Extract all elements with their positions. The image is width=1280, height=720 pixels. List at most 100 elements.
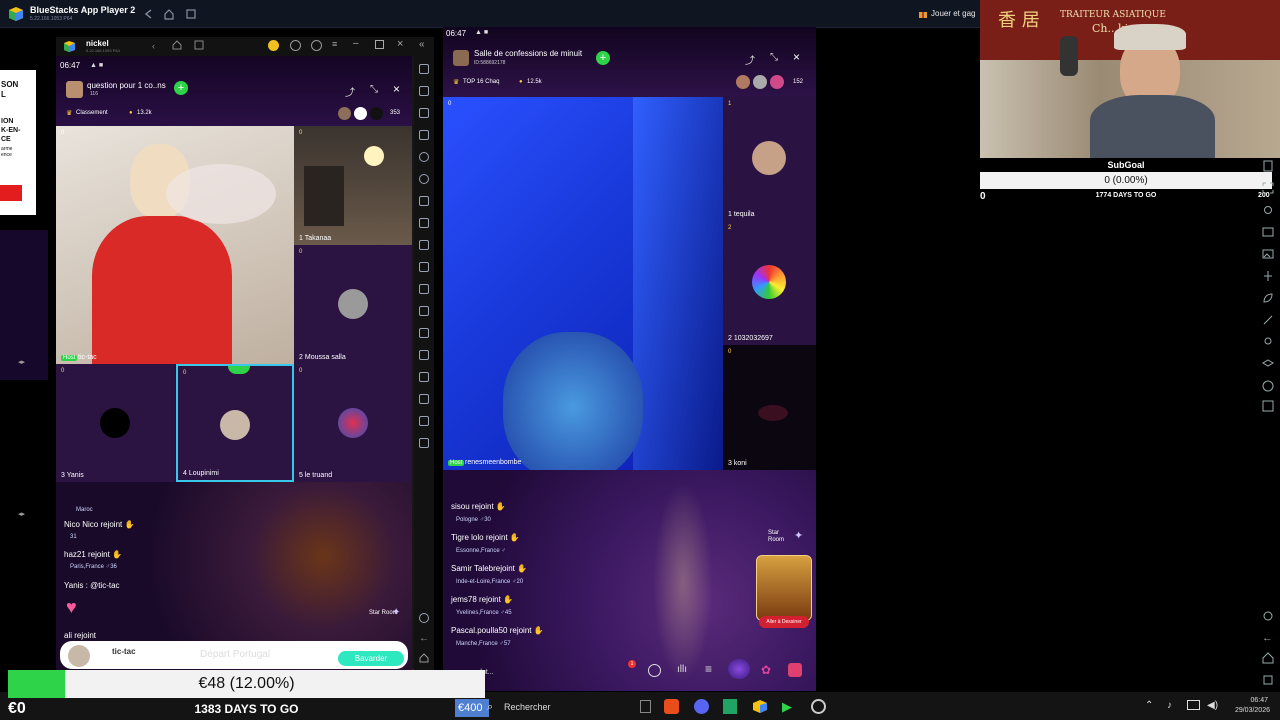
bavarder-button[interactable]: Bavarder (338, 651, 404, 666)
room1-bottom-card[interactable]: tic-tac Départ Portugal Bavarder (60, 641, 408, 669)
left-promo-ad[interactable]: SON L ION K-EN- CE arme ence (0, 70, 36, 215)
screenshot-icon[interactable] (419, 240, 429, 250)
chat-message[interactable]: ali rejoint (64, 631, 96, 640)
viewer-avatar[interactable] (770, 75, 784, 89)
gift-icon[interactable]: ✿ (761, 663, 771, 677)
back-icon[interactable]: ← (1262, 632, 1274, 644)
apk-icon[interactable] (419, 218, 429, 228)
viewer-avatar[interactable] (338, 107, 351, 120)
emoji-icon[interactable] (648, 664, 661, 677)
back-icon[interactable] (143, 8, 155, 20)
location-icon[interactable] (1262, 336, 1274, 348)
sync-icon[interactable] (419, 174, 429, 184)
audio-icon[interactable]: ıllı (677, 664, 687, 675)
share-icon[interactable]: ⤴ (345, 84, 355, 99)
volume-icon[interactable] (419, 86, 429, 96)
location-icon[interactable] (419, 372, 429, 382)
chat-message[interactable]: sisou rejoint ✋ (451, 502, 506, 511)
menu-icon[interactable]: ≡ (705, 662, 712, 676)
expand-icon[interactable]: ◂▸ (18, 510, 25, 518)
airplane-icon[interactable] (419, 306, 429, 316)
microphone-icon[interactable]: ♪ (1167, 700, 1172, 711)
gamepad-icon[interactable] (419, 130, 429, 140)
tablet-icon[interactable] (1262, 160, 1274, 172)
fullscreen-icon[interactable] (419, 64, 429, 74)
seat-tile-3[interactable]: 0 3 Yanis (56, 364, 175, 482)
taskbar-time[interactable]: 06:47 (1226, 697, 1268, 704)
account-icon[interactable] (290, 40, 301, 51)
seat-tile-2[interactable]: 2 2 1032032697 (723, 221, 816, 345)
follow-button[interactable]: + (596, 51, 610, 65)
seat-tile-2[interactable]: 0 2 Moussa salla (294, 245, 412, 364)
viewer-count[interactable]: 152 (793, 79, 803, 85)
viewer-avatar[interactable] (736, 75, 750, 89)
recent-apps-icon[interactable] (185, 8, 197, 20)
room-avatar[interactable] (66, 81, 83, 98)
sidebar-toggle-icon[interactable] (419, 438, 429, 448)
clock-icon[interactable] (419, 416, 429, 426)
coin-icon[interactable] (268, 40, 279, 51)
home-icon[interactable] (419, 653, 429, 663)
rotate-icon[interactable] (419, 152, 429, 162)
close-room-icon[interactable]: × (793, 50, 800, 64)
seat-tile-1[interactable]: 1 1 tequila (723, 97, 816, 221)
game-center-icon[interactable] (728, 659, 750, 679)
keyboard-icon[interactable] (419, 108, 429, 118)
top-label[interactable]: TOP 16 Chaq (463, 79, 499, 85)
seat-tile-1[interactable]: 0 1 Takanaa (294, 126, 412, 245)
gift-box-icon[interactable] (788, 663, 802, 677)
chat-message[interactable]: Samir Talebrejoint ✋ (451, 564, 527, 573)
chat-message[interactable]: Tigre lolo rejoint ✋ (451, 533, 520, 542)
taskbar-search[interactable]: Rechercher (504, 702, 551, 712)
chat-message[interactable]: Nico Nico rejoint ✋ (64, 520, 134, 529)
collapse-sidebar-icon[interactable]: « (419, 39, 425, 50)
brave-browser-icon[interactable] (664, 699, 679, 714)
obs-icon[interactable] (811, 699, 826, 714)
promo-red-button[interactable] (0, 185, 22, 201)
record-icon[interactable] (419, 262, 429, 272)
bluestacks-taskbar-icon[interactable] (752, 699, 768, 714)
room-title[interactable]: Salle de confessions de minuit (474, 49, 582, 58)
minimize-icon[interactable]: – (353, 38, 359, 49)
host-video-tile[interactable]: 0 Host tic-tac (56, 126, 294, 364)
window-icon[interactable] (1262, 226, 1274, 238)
seat-tile-4[interactable]: 0 4 Loupinimi (176, 364, 294, 482)
task-view-icon[interactable] (640, 700, 651, 713)
eco-icon[interactable] (419, 328, 429, 338)
clock-icon[interactable] (1262, 380, 1274, 392)
host-name[interactable]: tic-tac (78, 354, 97, 361)
minimize-room-icon[interactable]: ⤡ (770, 52, 778, 63)
gift-icon[interactable] (918, 9, 928, 19)
home-icon[interactable] (163, 8, 175, 20)
viewer-avatar[interactable] (370, 107, 383, 120)
recent-apps-icon[interactable] (194, 40, 204, 50)
layers-icon[interactable] (419, 394, 429, 404)
host-name[interactable]: renesmeenbombe (465, 459, 521, 466)
viewer-avatar[interactable] (753, 75, 767, 89)
viewer-count[interactable]: 353 (390, 110, 400, 116)
menu-icon[interactable]: ≡ (332, 39, 337, 49)
shake-icon[interactable] (419, 350, 429, 360)
game-badge[interactable]: Aller à Dessiner (759, 616, 809, 628)
back-icon[interactable]: ‹ (152, 41, 155, 51)
macro-icon[interactable] (419, 196, 429, 206)
chat-message[interactable]: haz21 rejoint ✋ (64, 550, 122, 559)
volume-icon[interactable]: ◀) (1207, 700, 1218, 711)
home-icon[interactable] (172, 40, 182, 50)
viewer-avatar[interactable] (354, 107, 367, 120)
seat-tile-5[interactable]: 0 5 le truand (294, 364, 412, 482)
media-icon[interactable] (419, 284, 429, 294)
settings-icon[interactable] (1262, 610, 1274, 622)
media-player-icon[interactable]: ▶ (782, 699, 792, 715)
room-avatar[interactable] (453, 50, 469, 66)
camera-icon[interactable] (1262, 204, 1274, 216)
search-icon[interactable]: ⌕ (487, 701, 493, 714)
network-icon[interactable] (1187, 700, 1200, 710)
ranking-label[interactable]: Classement (76, 110, 108, 116)
taskbar-date[interactable]: 29/03/2026 (1226, 707, 1270, 714)
expand-icon[interactable]: ◂▸ (18, 358, 25, 366)
minimize-room-icon[interactable]: ⤡ (370, 84, 378, 95)
host-video-tile[interactable]: 0 Host renesmeenbombe (443, 97, 723, 470)
gallery-icon[interactable] (1262, 248, 1274, 260)
sidebar-toggle-icon[interactable] (1262, 400, 1274, 412)
